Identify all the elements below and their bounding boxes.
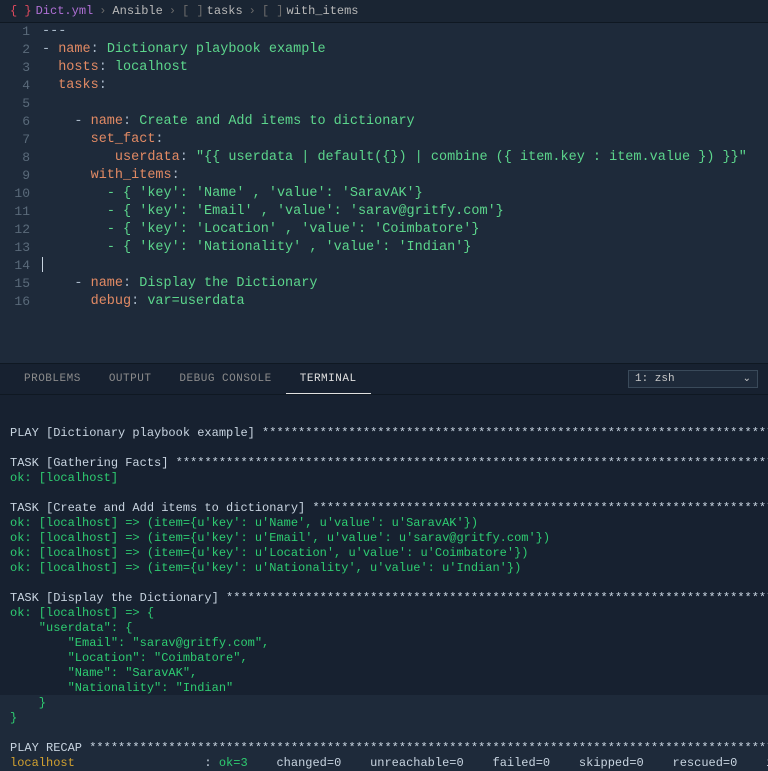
tab-terminal[interactable]: TERMINAL: [286, 365, 371, 394]
yaml-file-icon: { }: [10, 4, 32, 18]
cursor: [42, 257, 43, 272]
panel-tab-bar: PROBLEMS OUTPUT DEBUG CONSOLE TERMINAL 1…: [0, 363, 768, 395]
tab-output[interactable]: OUTPUT: [95, 365, 166, 393]
breadcrumb-part[interactable]: tasks: [207, 4, 243, 18]
breadcrumb-part[interactable]: with_items: [286, 4, 358, 18]
breadcrumb[interactable]: { } Dict.yml › Ansible › [ ] tasks › [ ]…: [0, 0, 768, 23]
array-icon: [ ]: [262, 4, 284, 18]
code-editor[interactable]: 1 2 3 4 5 6 7 8 9 10 11 12 13 14 15 16 -…: [0, 23, 768, 363]
breadcrumb-file[interactable]: Dict.yml: [36, 4, 94, 18]
chevron-right-icon: ›: [249, 4, 256, 18]
terminal-output[interactable]: PLAY [Dictionary playbook example] *****…: [0, 395, 768, 695]
tab-debug-console[interactable]: DEBUG CONSOLE: [165, 365, 285, 393]
chevron-right-icon: ›: [169, 4, 176, 18]
shell-label: 1: zsh: [635, 373, 675, 385]
code-content[interactable]: --- - name: Dictionary playbook example …: [42, 23, 768, 363]
chevron-down-icon: ⌄: [743, 373, 751, 385]
chevron-right-icon: ›: [99, 4, 106, 18]
array-icon: [ ]: [182, 4, 204, 18]
tab-problems[interactable]: PROBLEMS: [10, 365, 95, 393]
gutter: 1 2 3 4 5 6 7 8 9 10 11 12 13 14 15 16: [0, 23, 42, 363]
terminal-shell-select[interactable]: 1: zsh ⌄: [628, 370, 758, 388]
breadcrumb-part[interactable]: Ansible: [112, 4, 162, 18]
